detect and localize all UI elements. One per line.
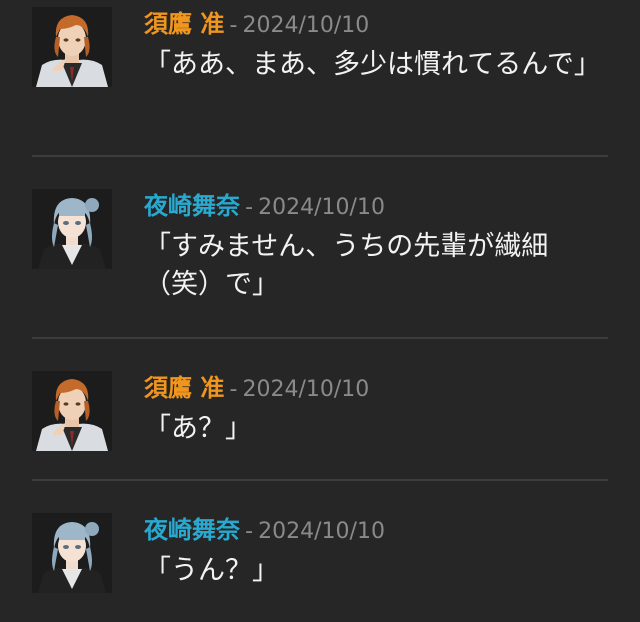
message-date: 2024/10/10 [258, 519, 385, 544]
author-name: 夜崎舞奈 [144, 192, 240, 220]
message-date: 2024/10/10 [258, 195, 385, 220]
header-separator: - [245, 195, 254, 220]
author-name: 夜崎舞奈 [144, 516, 240, 544]
message-text: 「あ？」 [144, 413, 252, 444]
message-divider [32, 155, 608, 157]
message-text: 「ああ、まあ、多少は慣れてるんで」 [144, 49, 601, 80]
message-header: 夜崎舞奈 - 2024/10/10 [144, 514, 385, 546]
message-header: 須鷹 准 - 2024/10/10 [144, 372, 369, 404]
chat-log: 須鷹 准 - 2024/10/10 「ああ、まあ、多少は慣れてるんで」 夜崎舞奈… [0, 0, 640, 622]
header-separator: - [229, 377, 238, 402]
message-text: 「すみません、うちの先輩が繊細（笑）で」 [144, 231, 549, 300]
message-text: 「うん？」 [144, 555, 279, 586]
message-header: 夜崎舞奈 - 2024/10/10 [144, 190, 385, 222]
message-date: 2024/10/10 [242, 13, 370, 38]
message-divider [32, 337, 608, 339]
orange-hair-man-avatar-icon[interactable] [32, 7, 112, 87]
message-date: 2024/10/10 [242, 377, 370, 402]
orange-hair-man-avatar-icon[interactable] [32, 371, 112, 451]
header-separator: - [245, 519, 254, 544]
message-divider [32, 479, 608, 481]
blue-hair-woman-avatar-icon[interactable] [32, 513, 112, 593]
header-separator: - [229, 13, 238, 38]
author-name: 須鷹 准 [144, 374, 225, 402]
blue-hair-woman-avatar-icon[interactable] [32, 189, 112, 269]
author-name: 須鷹 准 [144, 10, 225, 38]
message-header: 須鷹 准 - 2024/10/10 [144, 8, 369, 40]
